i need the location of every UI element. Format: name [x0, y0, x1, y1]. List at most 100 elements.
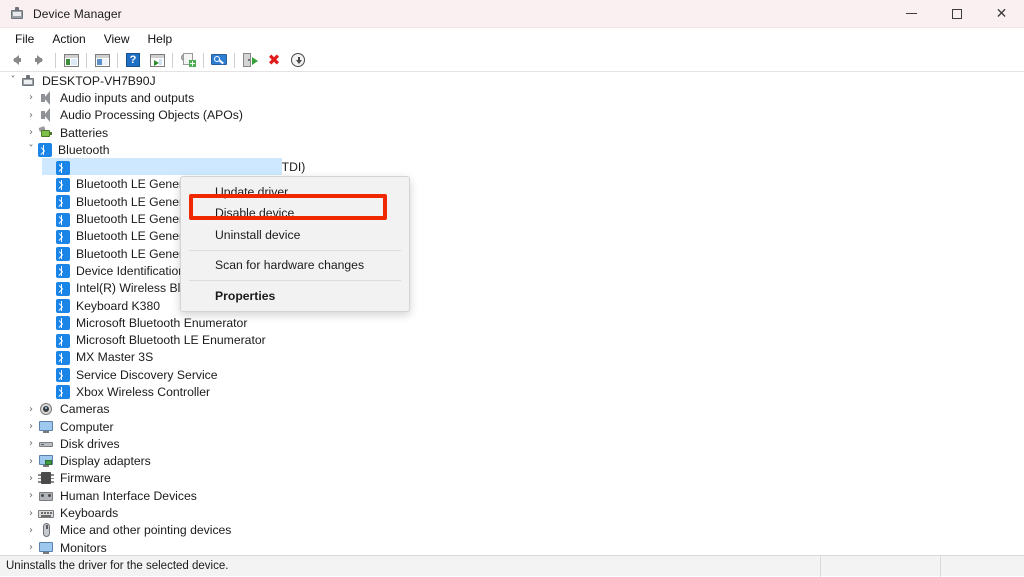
tree-item-label: Disk drives	[60, 436, 120, 451]
minimize-button[interactable]	[889, 0, 934, 28]
tree-item-label: Cameras	[60, 402, 110, 417]
tree-item-row[interactable]: › Display adapters	[0, 453, 1024, 470]
tree-item-row[interactable]: › Firmware	[0, 470, 1024, 487]
chevron-placeholder	[42, 386, 56, 397]
chevron-placeholder	[42, 214, 56, 225]
tree-item-row[interactable]: Bluetooth LE Generic Attribute Service	[0, 193, 1024, 210]
menu-action[interactable]: Action	[43, 30, 94, 48]
bluetooth-icon	[56, 385, 70, 400]
tree-item-row[interactable]: › Human Interface Devices	[0, 487, 1024, 504]
tree-item-row[interactable]: › Monitors	[0, 539, 1024, 555]
chevron-right-icon[interactable]: ›	[24, 438, 38, 449]
bluetooth-icon	[38, 143, 52, 158]
download-icon[interactable]	[286, 50, 310, 71]
tree-item-row[interactable]: Bluetooth LE Generic Attribute Service	[0, 228, 1024, 245]
device-tree[interactable]: ˅ DESKTOP-VH7B90J › Audio inputs and outp…	[0, 72, 1024, 555]
tree-item-label: Display adapters	[60, 454, 151, 469]
chevron-placeholder	[42, 231, 56, 242]
tree-item-label: Bluetooth	[58, 142, 110, 157]
chevron-right-icon[interactable]: ›	[24, 404, 38, 415]
tree-item-row[interactable]: Microsoft Bluetooth Enumerator	[0, 314, 1024, 331]
tree-item-row[interactable]: Intel(R) Wireless Bluetooth(R)	[0, 280, 1024, 297]
tree-item-row[interactable]: › Disk drives	[0, 435, 1024, 452]
chevron-placeholder	[42, 317, 56, 328]
context-menu-item-disable-device[interactable]: Disable device	[181, 203, 409, 225]
menu-file[interactable]: File	[6, 30, 43, 48]
tree-item-row[interactable]: Device Identification Service	[0, 262, 1024, 279]
tree-item-row[interactable]: › Cameras	[0, 401, 1024, 418]
tree-item-row[interactable]: Bluetooth LE Generic Attribute Service	[0, 176, 1024, 193]
maximize-button[interactable]	[934, 0, 979, 28]
status-bar-text: Uninstalls the driver for the selected d…	[6, 560, 229, 572]
context-menu-item-scan-for-hardware-changes[interactable]: Scan for hardware changes	[181, 255, 409, 277]
tree-item-row[interactable]: › Keyboards	[0, 504, 1024, 521]
chevron-right-icon[interactable]: ›	[24, 456, 38, 467]
bluetooth-icon	[56, 264, 70, 279]
context-menu-item-properties[interactable]: Properties	[181, 285, 409, 307]
properties-window-icon[interactable]	[90, 50, 114, 71]
status-bar: Uninstalls the driver for the selected d…	[0, 555, 1024, 577]
computer-icon	[20, 73, 36, 89]
menu-help[interactable]: Help	[139, 30, 182, 48]
chevron-right-icon[interactable]: ›	[24, 490, 38, 501]
tree-item-row[interactable]: Keyboard K380	[0, 297, 1024, 314]
disk-icon	[38, 436, 54, 452]
forward-arrow-icon[interactable]	[28, 50, 52, 71]
context-menu-item-uninstall-device[interactable]: Uninstall device	[181, 224, 409, 246]
bluetooth-icon	[56, 333, 70, 348]
chevron-right-icon[interactable]: ›	[24, 508, 38, 519]
tree-item-row[interactable]: Bluetooth LE Generic Attribute Service	[0, 210, 1024, 227]
bluetooth-icon	[56, 299, 70, 313]
tree-root-row[interactable]: ˅ DESKTOP-VH7B90J	[0, 72, 1024, 89]
toolbar-separator	[117, 52, 118, 68]
speaker-icon	[38, 107, 54, 123]
tree-item-row[interactable]: Microsoft Bluetooth LE Enumerator	[0, 331, 1024, 348]
display-adapter-icon	[38, 453, 54, 469]
tree-item-row[interactable]: Bluetooth Device (RFCOMM Protocol TDI)	[0, 158, 1024, 176]
tree-item-label: Keyboards	[60, 506, 119, 521]
disable-device-icon[interactable]	[238, 50, 262, 71]
chevron-placeholder	[42, 248, 56, 259]
tree-item-row[interactable]: › Computer	[0, 418, 1024, 435]
tree-item-row[interactable]: Xbox Wireless Controller	[0, 383, 1024, 400]
chevron-down-icon[interactable]: ˅	[6, 75, 20, 86]
chevron-down-icon[interactable]: ˅	[24, 144, 38, 155]
show-hide-console-tree-icon[interactable]	[59, 50, 83, 71]
bluetooth-icon	[56, 160, 70, 175]
tree-root-label: DESKTOP-VH7B90J	[42, 73, 156, 88]
chevron-right-icon[interactable]: ›	[24, 92, 38, 103]
back-arrow-icon[interactable]	[4, 50, 28, 71]
context-menu[interactable]: Update driver Disable device Uninstall d…	[180, 176, 410, 312]
status-bar-cell-3	[940, 556, 1024, 577]
bluetooth-icon	[56, 350, 70, 365]
update-driver-icon[interactable]	[176, 50, 200, 71]
tree-item-label: Batteries	[60, 125, 109, 140]
tree-item-row[interactable]: › Audio Processing Objects (APOs)	[0, 107, 1024, 124]
tree-item-label: Xbox Wireless Controller	[76, 384, 211, 399]
tree-item-row[interactable]: › Batteries	[0, 124, 1024, 141]
chevron-right-icon[interactable]: ›	[24, 542, 38, 553]
context-menu-item-update-driver[interactable]: Update driver	[181, 181, 409, 203]
tree-item-row[interactable]: › Audio inputs and outputs	[0, 89, 1024, 106]
chevron-right-icon[interactable]: ›	[24, 525, 38, 536]
chevron-right-icon[interactable]: ›	[24, 110, 38, 121]
menu-view[interactable]: View	[95, 30, 139, 48]
tree-item-row[interactable]: ˅ Bluetooth	[0, 141, 1024, 158]
show-hide-action-pane-icon[interactable]	[145, 50, 169, 71]
tree-item-row[interactable]: Service Discovery Service	[0, 366, 1024, 383]
tree-item-row[interactable]: Bluetooth LE Generic Attribute Service	[0, 245, 1024, 262]
bluetooth-icon	[56, 229, 70, 244]
chevron-right-icon[interactable]: ›	[24, 421, 38, 432]
tree-item-row[interactable]: › Mice and other pointing devices	[0, 522, 1024, 539]
bluetooth-icon	[56, 247, 70, 262]
help-icon[interactable]: ?	[121, 50, 145, 71]
uninstall-device-icon[interactable]: ✖	[262, 50, 286, 71]
tree-item-label: Monitors	[60, 540, 107, 555]
chevron-right-icon[interactable]: ›	[24, 473, 38, 484]
chevron-right-icon[interactable]: ›	[24, 127, 38, 138]
hid-icon	[38, 488, 54, 504]
close-button[interactable]: ✕	[979, 0, 1024, 28]
tree-item-row[interactable]: MX Master 3S	[0, 349, 1024, 366]
scan-for-hardware-changes-icon[interactable]	[207, 50, 231, 71]
bluetooth-icon	[56, 368, 70, 383]
